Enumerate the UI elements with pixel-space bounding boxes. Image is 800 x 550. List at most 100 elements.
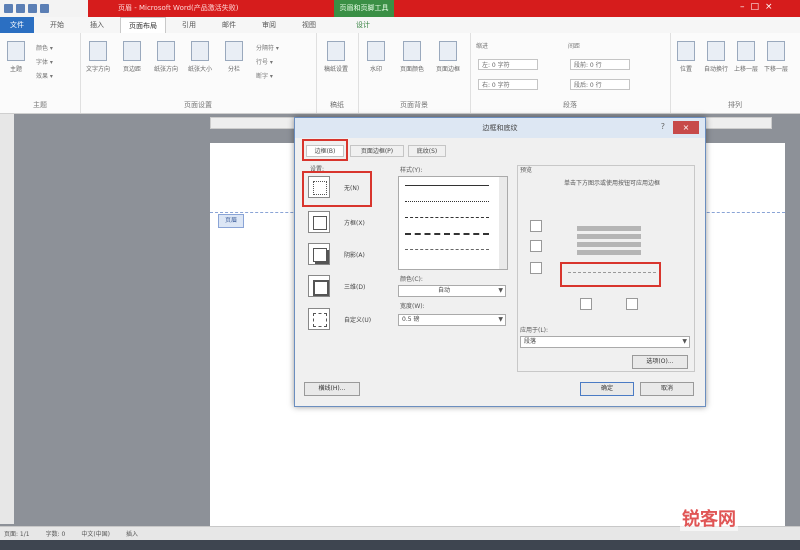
tab-file[interactable]: 文件: [0, 17, 34, 33]
margins-icon: [123, 41, 141, 61]
line-style-list[interactable]: [398, 176, 508, 270]
ribbon-tabs: 文件 开始 插入 页面布局 引用 邮件 审阅 视图 设计: [0, 17, 800, 34]
wrap-text-button[interactable]: 自动换行: [704, 41, 728, 85]
line-style-dotted[interactable]: [405, 201, 489, 202]
top-border-button[interactable]: [530, 220, 542, 232]
color-value: 自动: [438, 287, 451, 294]
word-icon: [4, 4, 13, 13]
group-paragraph: 缩进 间距 左: 0 字符 右: 0 字符 段前: 0 行 段后: 0 行 段落: [470, 33, 671, 113]
bottom-border-button[interactable]: [530, 262, 542, 274]
effects-button[interactable]: 效果 ▾: [36, 71, 53, 80]
position-button[interactable]: 位置: [674, 41, 698, 85]
undo-icon[interactable]: [28, 4, 37, 13]
setting-shadow[interactable]: 阴影(A): [308, 243, 378, 268]
save-icon[interactable]: [16, 4, 25, 13]
tab-mailings[interactable]: 邮件: [212, 17, 246, 33]
color-label: 颜色(C):: [400, 276, 423, 283]
send-backward-button[interactable]: 下移一层: [764, 41, 788, 85]
right-border-button[interactable]: [626, 298, 638, 310]
tab-home[interactable]: 开始: [40, 17, 74, 33]
line-style-long-dash[interactable]: [405, 233, 489, 235]
columns-button[interactable]: 分栏: [222, 41, 246, 85]
ok-button[interactable]: 确定: [580, 382, 634, 396]
size-button[interactable]: 纸张大小: [188, 41, 212, 85]
maximize-button[interactable]: □: [751, 2, 760, 12]
group-label: 主题: [33, 101, 47, 109]
line-style-dash-dot[interactable]: [405, 249, 489, 250]
indent-left-spinner[interactable]: 左: 0 字符: [478, 59, 538, 70]
color-select[interactable]: 自动 ▼: [398, 285, 506, 297]
cancel-button[interactable]: 取消: [640, 382, 694, 396]
minimize-button[interactable]: –: [740, 2, 745, 12]
line-numbers-button[interactable]: 行号 ▾: [256, 57, 273, 66]
page-count[interactable]: 页面: 1/1: [4, 529, 30, 538]
scrollbar[interactable]: [499, 177, 507, 269]
tab-view[interactable]: 视图: [292, 17, 326, 33]
space-before-spinner[interactable]: 段前: 0 行: [570, 59, 630, 70]
inner-horizontal-border-button[interactable]: [530, 240, 542, 252]
watermark-button[interactable]: 水印: [364, 41, 388, 85]
group-page-background: 水印 页面颜色 页面边框 页面背景: [358, 33, 471, 113]
text-direction-button[interactable]: 文字方向: [86, 41, 110, 85]
redo-icon[interactable]: [40, 4, 49, 13]
setting-box-label: 方框(X): [344, 220, 365, 227]
tab-shading[interactable]: 底纹(S): [408, 145, 446, 157]
page-borders-button[interactable]: 页面边框: [436, 41, 460, 85]
style-label: 样式(Y):: [400, 167, 423, 174]
tab-references[interactable]: 引用: [172, 17, 206, 33]
page-color-icon: [403, 41, 421, 61]
watermark-label: 水印: [369, 66, 382, 73]
space-after-spinner[interactable]: 段后: 0 行: [570, 79, 630, 90]
chevron-down-icon: ▼: [682, 338, 687, 345]
orientation-button[interactable]: 纸张方向: [154, 41, 178, 85]
3d-border-icon: [308, 275, 330, 297]
setting-3d[interactable]: 三维(D): [308, 275, 378, 300]
fonts-button[interactable]: 字体 ▾: [36, 57, 53, 66]
tab-insert[interactable]: 插入: [80, 17, 114, 33]
dialog-close-button[interactable]: ×: [673, 121, 699, 134]
close-window-button[interactable]: ×: [765, 2, 773, 12]
insert-mode[interactable]: 插入: [126, 529, 138, 538]
options-button[interactable]: 选项(O)...: [632, 355, 688, 369]
breaks-button[interactable]: 分隔符 ▾: [256, 43, 279, 52]
width-select[interactable]: 0.5 磅 ▼: [398, 314, 506, 326]
horizontal-line-button[interactable]: 横线(H)...: [304, 382, 360, 396]
hyphenation-button[interactable]: 断字 ▾: [256, 71, 273, 80]
text-direction-icon: [89, 41, 107, 61]
tab-design[interactable]: 设计: [346, 17, 380, 33]
language-indicator[interactable]: 中文(中国): [81, 529, 110, 538]
page-color-button[interactable]: 页面颜色: [400, 41, 424, 85]
help-icon[interactable]: ?: [661, 122, 665, 131]
manuscript-settings-button[interactable]: 稿纸设置: [324, 41, 348, 85]
setting-custom[interactable]: 自定义(U): [308, 308, 378, 333]
columns-label: 分栏: [227, 66, 240, 73]
line-style-dashed[interactable]: [405, 217, 489, 218]
line-style-solid[interactable]: [405, 185, 489, 186]
dialog-title: 边框和底纹: [295, 118, 705, 138]
tab-page-layout[interactable]: 页面布局: [120, 17, 166, 33]
tab-page-border[interactable]: 页面边框(P): [350, 145, 404, 157]
colors-button[interactable]: 颜色 ▾: [36, 43, 53, 52]
themes-button[interactable]: 主题: [4, 41, 28, 85]
group-page-setup: 文字方向 页边距 纸张方向 纸张大小 分栏 分隔符 ▾ 行号 ▾ 断字 ▾ 页面…: [80, 33, 317, 113]
tab-review[interactable]: 审阅: [252, 17, 286, 33]
context-tab-title: 页眉和页脚工具: [334, 0, 394, 17]
page-borders-icon: [439, 41, 457, 61]
themes-label: 主题: [9, 66, 22, 73]
setting-box[interactable]: 方框(X): [308, 211, 378, 236]
group-label: 页面设置: [184, 101, 212, 109]
word-count[interactable]: 字数: 0: [46, 529, 66, 538]
wrap-text-label: 自动换行: [704, 66, 729, 73]
custom-border-icon: [308, 308, 330, 330]
bring-forward-button[interactable]: 上移一层: [734, 41, 758, 85]
highlight-setting-none: [302, 171, 372, 207]
apply-to-select[interactable]: 段落 ▼: [520, 336, 690, 348]
width-value: 0.5 磅: [402, 316, 420, 323]
spacing-label: 间距: [568, 43, 581, 50]
position-icon: [677, 41, 695, 61]
margins-button[interactable]: 页边距: [120, 41, 144, 85]
bring-forward-icon: [737, 41, 755, 61]
left-border-button[interactable]: [580, 298, 592, 310]
highlight-borders-tab: [302, 139, 348, 161]
indent-right-spinner[interactable]: 右: 0 字符: [478, 79, 538, 90]
